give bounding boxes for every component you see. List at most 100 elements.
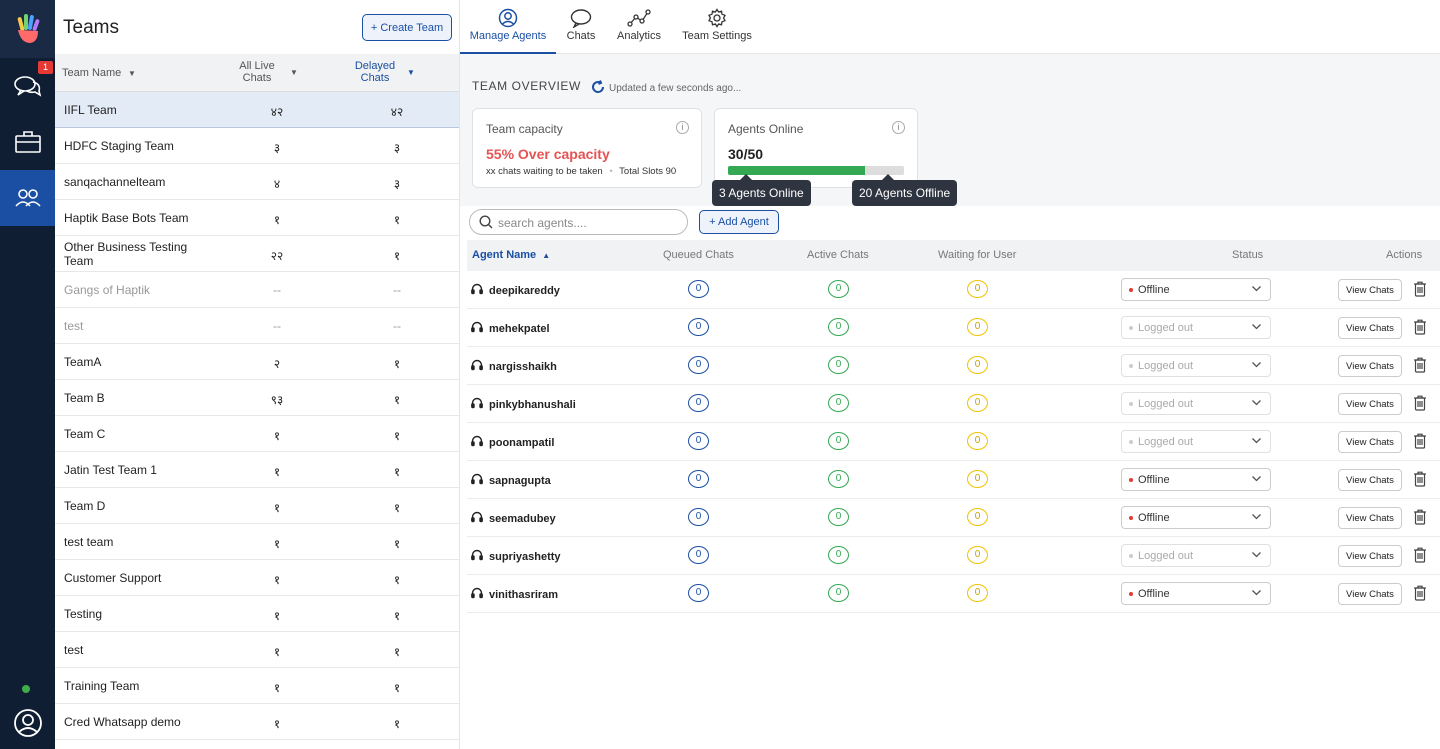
team-row[interactable]: Team D १ १ <box>55 488 459 524</box>
team-row[interactable]: Team C १ १ <box>55 416 459 452</box>
sort-caret-icon[interactable]: ▼ <box>290 68 298 77</box>
add-agent-button[interactable]: + Add Agent <box>699 210 779 234</box>
status-value: Logged out <box>1138 436 1194 448</box>
agent-search[interactable] <box>469 209 688 235</box>
info-icon[interactable]: i <box>892 121 905 134</box>
view-chats-button[interactable]: View Chats <box>1338 507 1402 529</box>
trash-icon[interactable] <box>1413 357 1427 376</box>
team-row[interactable]: test team १ १ <box>55 524 459 560</box>
team-row[interactable]: Training Team १ १ <box>55 668 459 704</box>
users-icon[interactable] <box>0 170 55 226</box>
waiting-for-user-count: 0 <box>967 546 988 564</box>
trash-icon[interactable] <box>1413 395 1427 414</box>
agents-online-bar[interactable] <box>728 166 904 175</box>
team-row[interactable]: sanqachannelteam ४ ३ <box>55 164 459 200</box>
delayed-chats-column-header[interactable]: Delayed Chats <box>351 60 399 84</box>
team-row[interactable]: Other Business Testing Team २२ १ <box>55 236 459 272</box>
trash-icon[interactable] <box>1413 471 1427 490</box>
trash-icon[interactable] <box>1413 433 1427 452</box>
view-chats-button[interactable]: View Chats <box>1338 545 1402 567</box>
tab-manage-agents[interactable]: Manage Agents <box>460 8 556 54</box>
agent-row: pinkybhanushali 0 0 0 Logged out View Chats <box>467 385 1440 423</box>
status-dropdown[interactable]: Logged out <box>1121 430 1271 453</box>
team-row[interactable]: test १ १ <box>55 632 459 668</box>
status-dropdown[interactable]: Offline <box>1121 506 1271 529</box>
agent-name: nargisshaikh <box>489 360 557 373</box>
waiting-for-user-count: 0 <box>967 280 988 298</box>
hand-logo-icon[interactable] <box>0 0 55 58</box>
team-name-column-header[interactable]: Team Name <box>62 67 121 79</box>
tab-analytics[interactable]: Analytics <box>615 8 663 54</box>
view-chats-button[interactable]: View Chats <box>1338 317 1402 339</box>
all-live-chats-column-header[interactable]: All Live Chats <box>235 60 279 84</box>
status-dropdown[interactable]: Offline <box>1121 278 1271 301</box>
teams-panel: Teams + Create Team Team Name ▼ All Live… <box>55 0 460 749</box>
sort-up-icon[interactable]: ▲ <box>542 251 550 260</box>
team-row[interactable]: Team B ९३ १ <box>55 380 459 416</box>
team-row[interactable]: Gangs of Haptik -- -- <box>55 272 459 308</box>
trash-icon[interactable] <box>1413 585 1427 604</box>
create-team-button[interactable]: + Create Team <box>362 14 452 41</box>
search-agents-input[interactable] <box>498 214 678 231</box>
status-dropdown[interactable]: Offline <box>1121 582 1271 605</box>
team-delayed-chats: -- <box>393 283 401 297</box>
team-row[interactable]: Cred Whatsapp demo १ १ <box>55 704 459 740</box>
team-row[interactable]: Jatin Test Team 1 १ १ <box>55 452 459 488</box>
view-chats-button[interactable]: View Chats <box>1338 469 1402 491</box>
team-delayed-chats: १ <box>393 537 401 551</box>
sort-caret-icon[interactable]: ▼ <box>407 68 415 77</box>
team-name: TeamA <box>64 355 102 369</box>
team-row[interactable]: TeamA २ १ <box>55 344 459 380</box>
status-dropdown[interactable]: Logged out <box>1121 544 1271 567</box>
status-value: Logged out <box>1138 322 1194 334</box>
view-chats-button[interactable]: View Chats <box>1338 355 1402 377</box>
headset-icon <box>471 397 483 412</box>
team-row[interactable]: Testing १ १ <box>55 596 459 632</box>
chat-icon <box>564 8 598 30</box>
status-dot <box>1129 516 1133 520</box>
team-live-chats: १ <box>273 429 281 443</box>
team-row[interactable]: Customer Support १ १ <box>55 560 459 596</box>
team-name: Haptik Base Bots Team <box>64 211 189 225</box>
status-dropdown[interactable]: Logged out <box>1121 354 1271 377</box>
status-column-header: Status <box>1232 249 1264 261</box>
status-dropdown[interactable]: Offline <box>1121 468 1271 491</box>
team-row[interactable]: HDFC Staging Team ३ ३ <box>55 128 459 164</box>
tab-team-settings[interactable]: Team Settings <box>681 8 753 54</box>
status-dropdown[interactable]: Logged out <box>1121 316 1271 339</box>
view-chats-button[interactable]: View Chats <box>1338 279 1402 301</box>
last-updated[interactable]: Updated a few seconds ago... <box>591 80 741 97</box>
team-live-chats: २२ <box>270 249 284 263</box>
info-icon[interactable]: i <box>676 121 689 134</box>
trash-icon[interactable] <box>1413 509 1427 528</box>
view-chats-button[interactable]: View Chats <box>1338 393 1402 415</box>
agent-name: sapnagupta <box>489 474 551 487</box>
view-chats-button[interactable]: View Chats <box>1338 431 1402 453</box>
status-value: Offline <box>1138 588 1170 600</box>
user-profile-icon[interactable] <box>0 695 55 749</box>
view-chats-button[interactable]: View Chats <box>1338 583 1402 605</box>
team-row[interactable]: IIFL Team ४२ ४२ <box>55 92 459 128</box>
status-dot <box>1129 288 1133 292</box>
team-row[interactable]: Haptik Base Bots Team १ १ <box>55 200 459 236</box>
tab-label: Manage Agents <box>469 30 547 42</box>
sort-caret-icon[interactable]: ▼ <box>128 69 136 78</box>
offline-tooltip: 20 Agents Offline <box>852 174 958 206</box>
queued-chats-count: 0 <box>688 318 709 336</box>
agent-name-column-header[interactable]: Agent Name ▲ <box>472 249 550 261</box>
team-live-chats: ३ <box>273 141 281 155</box>
team-row[interactable]: test -- -- <box>55 308 459 344</box>
online-tooltip: 3 Agents Online <box>712 174 811 206</box>
queued-chats-count: 0 <box>688 356 709 374</box>
status-dropdown[interactable]: Logged out <box>1121 392 1271 415</box>
trash-icon[interactable] <box>1413 319 1427 338</box>
team-live-chats: १ <box>273 213 281 227</box>
tab-chats[interactable]: Chats <box>564 8 598 54</box>
team-delayed-chats: -- <box>393 319 401 333</box>
trash-icon[interactable] <box>1413 547 1427 566</box>
briefcase-icon[interactable] <box>0 114 55 170</box>
chevron-down-icon <box>1251 397 1262 411</box>
refresh-icon[interactable] <box>591 80 605 97</box>
team-name: Customer Support <box>64 571 162 585</box>
trash-icon[interactable] <box>1413 281 1427 300</box>
